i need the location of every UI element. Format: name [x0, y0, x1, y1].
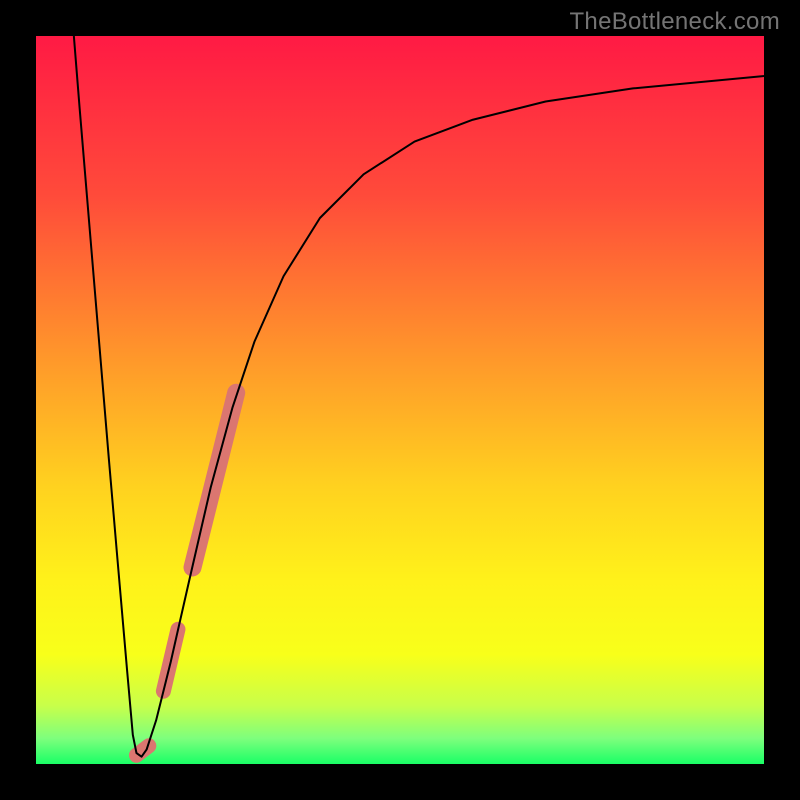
chart-frame: TheBottleneck.com [0, 0, 800, 800]
chart-plot-area [36, 36, 764, 764]
chart-svg [36, 36, 764, 764]
watermark-text: TheBottleneck.com [569, 8, 780, 36]
chart-background [36, 36, 764, 764]
